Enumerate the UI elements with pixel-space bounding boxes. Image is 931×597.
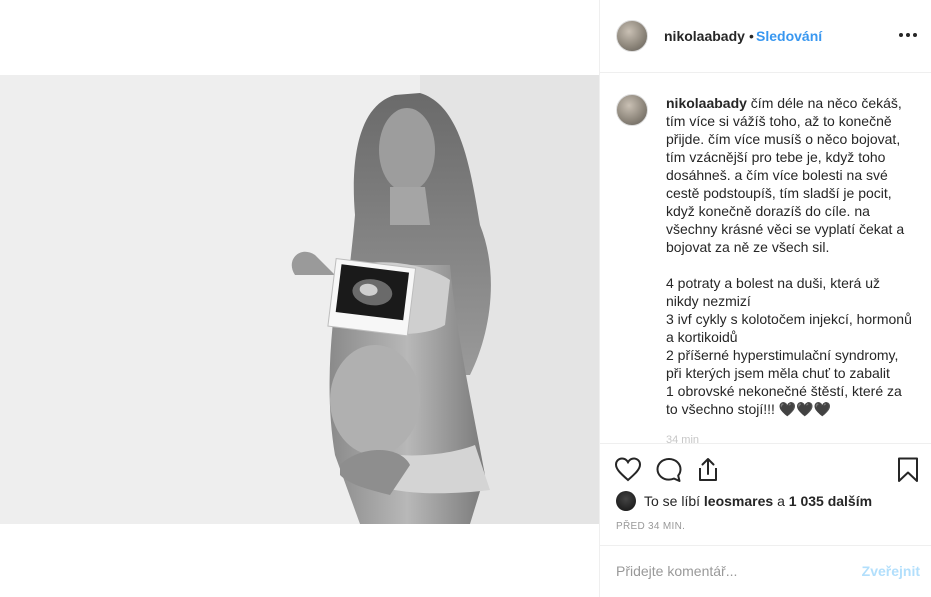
caption-overflow-time: 34 min [666,434,700,443]
caption-avatar[interactable] [616,94,648,126]
post-header: nikolaabady • Sledování [600,0,931,73]
comment-bar: Zveřejnit [600,545,931,597]
action-bar [600,443,931,493]
caption: nikolaabady čím déle na něco čekáš, tím … [666,94,912,418]
likes-text: To se líbí leosmares a 1 035 dalším [644,493,872,509]
post-photo[interactable] [0,75,599,524]
likes-prefix: To se líbí [644,493,704,509]
author-username[interactable]: nikolaabady [664,28,745,44]
bookmark-icon[interactable] [894,456,922,484]
comment-icon[interactable] [655,456,683,484]
author-avatar[interactable] [616,20,648,52]
liker-username[interactable]: leosmares [704,493,773,509]
caption-username[interactable]: nikolaabady [666,95,747,111]
caption-section: nikolaabady čím déle na něco čekáš, tím … [600,72,931,443]
media-pane [0,0,599,597]
likes-summary[interactable]: To se líbí leosmares a 1 035 dalším [616,490,872,512]
likes-count[interactable]: 1 035 dalším [789,493,872,509]
liker-avatar[interactable] [616,491,636,511]
heart-icon[interactable] [614,456,642,484]
header-separator: • [749,28,754,44]
comment-input[interactable] [616,560,846,582]
likes-middle: a [773,493,789,509]
more-icon[interactable] [899,26,917,44]
caption-body: čím déle na něco čekáš, tím více si váží… [666,95,912,417]
post-details: nikolaabady • Sledování nikolaabady čím … [599,0,931,597]
post-timestamp[interactable]: PŘED 34 MIN. [616,521,685,532]
share-icon[interactable] [694,456,722,484]
photo-illustration [0,75,599,524]
post-comment-button[interactable]: Zveřejnit [862,563,920,579]
follow-button[interactable]: Sledování [756,28,822,44]
